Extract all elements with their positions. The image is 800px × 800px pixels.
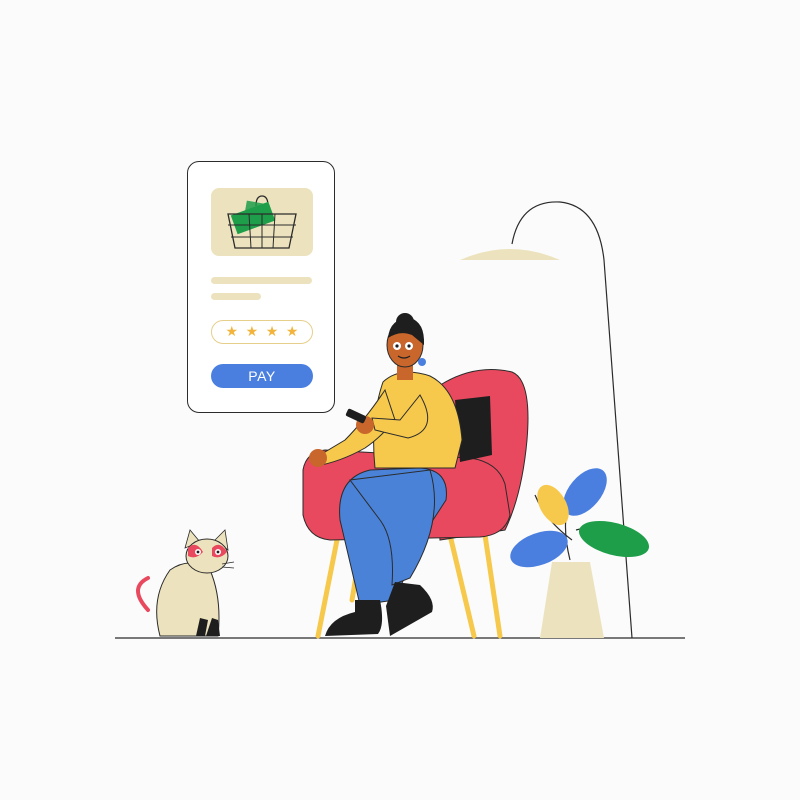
product-image (211, 188, 313, 256)
shopping-basket-icon (227, 195, 297, 249)
product-subtitle-placeholder (211, 293, 261, 300)
product-title-placeholder (211, 277, 312, 284)
cat-icon (136, 529, 235, 637)
star-rating[interactable]: ★ ★ ★ ★ (211, 320, 313, 344)
payment-card: ★ ★ ★ ★ PAY (187, 161, 335, 413)
illustration-scene: ★ ★ ★ ★ PAY (0, 0, 800, 800)
scene-artwork (115, 201, 685, 639)
star-icon: ★ (285, 324, 299, 340)
potted-plant-icon (510, 468, 650, 638)
star-icon: ★ (245, 324, 259, 340)
star-icon: ★ (265, 324, 279, 340)
star-icon: ★ (225, 324, 239, 340)
pay-button[interactable]: PAY (211, 364, 313, 388)
